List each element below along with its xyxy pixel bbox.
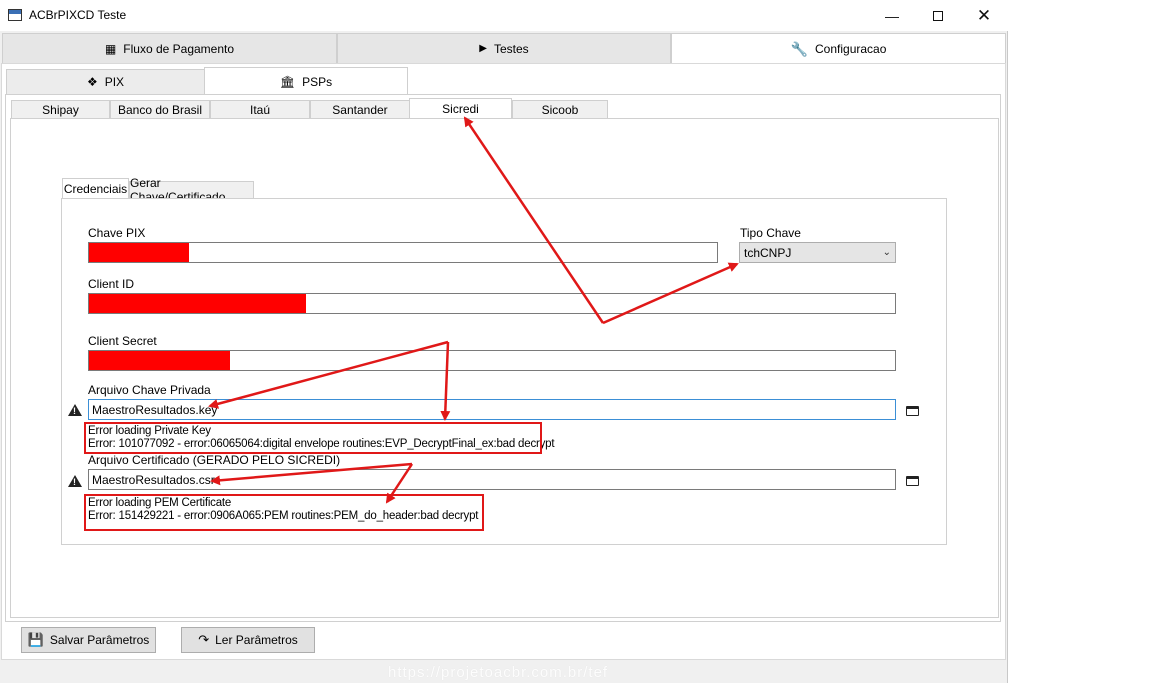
tab-credenciais[interactable]: Credenciais xyxy=(62,178,129,200)
play-icon: ▶ xyxy=(479,43,487,54)
tab-label: PSPs xyxy=(302,74,333,89)
tipo-chave-select[interactable]: tchCNPJ ⌄ xyxy=(739,242,896,263)
warning-icon: ! xyxy=(68,475,82,487)
salvar-parametros-button[interactable]: 💾 Salvar Parâmetros xyxy=(21,627,156,653)
qr-icon: ▦ xyxy=(104,41,117,56)
watermark: https://projetoacbr.com.br/tef xyxy=(388,664,609,681)
tab-psps[interactable]: 🏛 PSPs xyxy=(204,67,408,96)
title-bar: ACBrPIXCD Teste — ✕ xyxy=(0,0,1008,31)
annotation-box xyxy=(84,494,484,531)
app-window: ACBrPIXCD Teste — ✕ ▦ Fluxo de Pagamento… xyxy=(0,0,1008,683)
tab-shipay[interactable]: Shipay xyxy=(11,100,110,119)
tab-banco-do-brasil[interactable]: Banco do Brasil xyxy=(110,100,210,119)
wrench-icon: 🔧 xyxy=(790,40,809,57)
client-secret-input[interactable] xyxy=(88,350,896,371)
tab-configuracao[interactable]: 🔧 Configuracao xyxy=(671,33,1006,65)
window-title: ACBrPIXCD Teste xyxy=(29,8,127,22)
ler-parametros-button[interactable]: ↷ Ler Parâmetros xyxy=(181,627,315,653)
tab-pix[interactable]: ❖ PIX xyxy=(6,69,205,95)
folder-icon[interactable] xyxy=(906,406,919,416)
maximize-button[interactable] xyxy=(915,0,961,31)
app-icon xyxy=(8,9,22,21)
tab-sicoob[interactable]: Sicoob xyxy=(512,100,608,119)
save-icon: 💾 xyxy=(27,632,44,647)
tab-gerar-chave-certificado[interactable]: Gerar Chave/Certificado xyxy=(129,176,254,204)
client-id-input[interactable] xyxy=(88,293,896,314)
tab-itau[interactable]: Itaú xyxy=(210,100,310,119)
redaction xyxy=(89,294,306,313)
tab-sicredi[interactable]: Sicredi xyxy=(409,98,512,120)
chave-pix-label: Chave PIX xyxy=(88,226,146,240)
tab-label: PIX xyxy=(104,75,125,89)
arquivo-cert-label: Arquivo Certificado (GERADO PELO SICREDI… xyxy=(88,453,341,467)
close-button[interactable]: ✕ xyxy=(961,0,1007,31)
folder-icon[interactable] xyxy=(906,476,919,486)
client-id-label: Client ID xyxy=(88,277,135,291)
redaction xyxy=(89,243,189,262)
annotation-box xyxy=(84,422,542,454)
tab-label: Configuracao xyxy=(815,42,887,56)
chave-pix-input[interactable] xyxy=(88,242,718,263)
arquivo-chave-label: Arquivo Chave Privada xyxy=(88,383,211,397)
client-secret-label: Client Secret xyxy=(88,334,157,348)
tab-label: Fluxo de Pagamento xyxy=(123,41,235,56)
tab-testes[interactable]: ▶ Testes xyxy=(337,33,671,64)
pix-icon: ❖ xyxy=(86,75,98,89)
tab-fluxo-de-pagamento[interactable]: ▦ Fluxo de Pagamento xyxy=(2,33,337,64)
bank-icon: 🏛 xyxy=(279,74,296,89)
button-label: Ler Parâmetros xyxy=(215,633,298,647)
chevron-down-icon: ⌄ xyxy=(882,247,891,258)
redaction xyxy=(89,351,230,370)
tipo-chave-label: Tipo Chave xyxy=(740,226,801,240)
redo-icon: ↷ xyxy=(198,632,210,647)
tipo-chave-value: tchCNPJ xyxy=(744,245,792,260)
button-label: Salvar Parâmetros xyxy=(49,633,150,647)
tab-label: Testes xyxy=(494,41,529,56)
arquivo-chave-input[interactable]: MaestroResultados.key xyxy=(88,399,896,420)
warning-icon: ! xyxy=(68,404,82,416)
minimize-button[interactable]: — xyxy=(869,0,915,31)
arquivo-cert-input[interactable]: MaestroResultados.csr xyxy=(88,469,896,490)
tab-santander[interactable]: Santander xyxy=(310,100,410,119)
